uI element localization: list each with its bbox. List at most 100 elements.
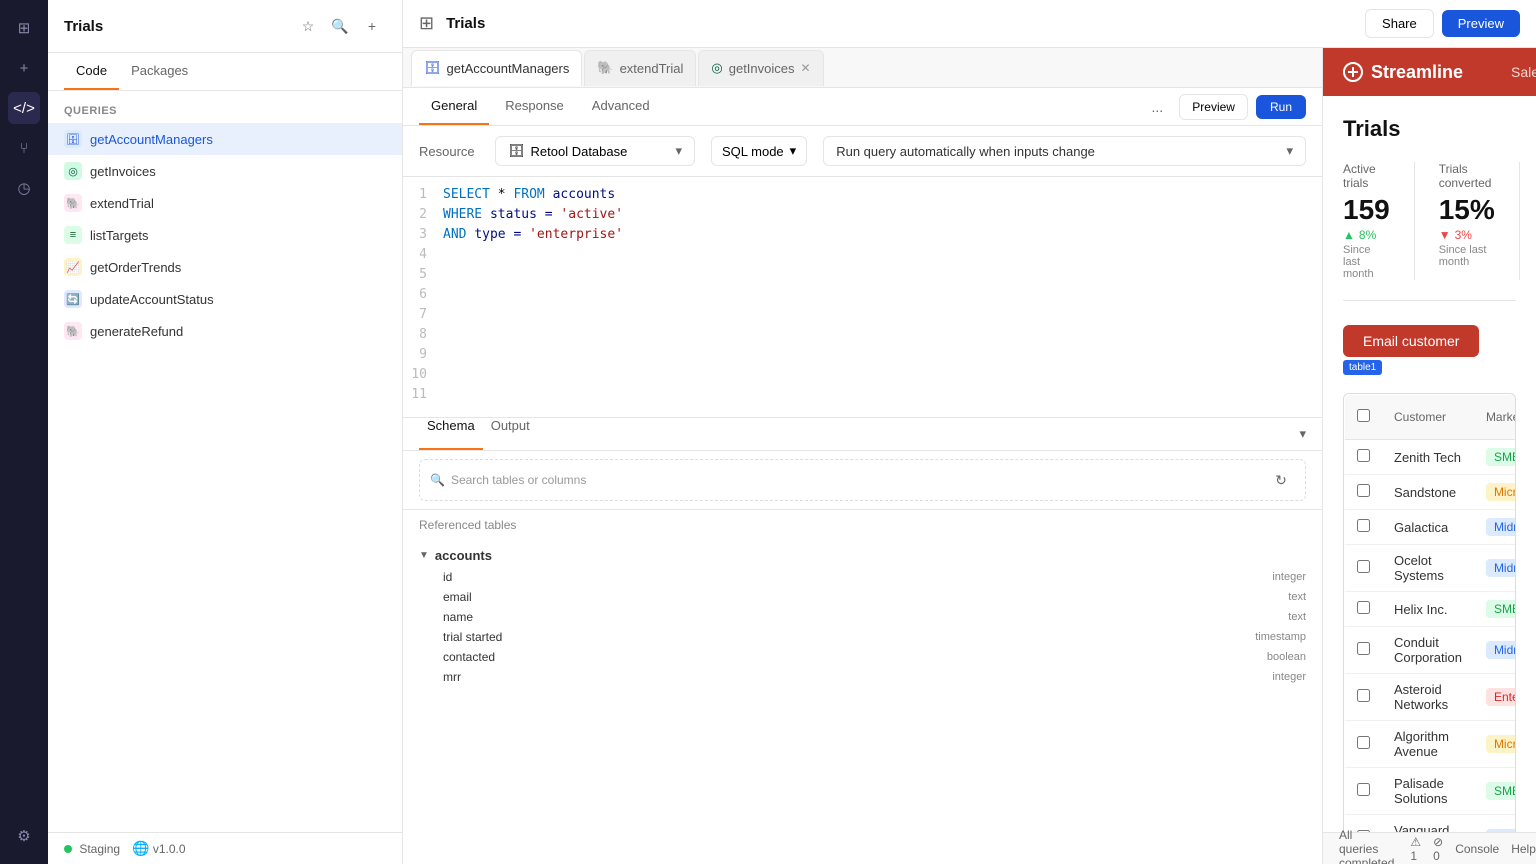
run-button[interactable]: Run xyxy=(1256,95,1306,119)
row-tier: Enterprise xyxy=(1474,674,1516,721)
row-select-checkbox[interactable] xyxy=(1357,519,1370,532)
row-checkbox xyxy=(1345,721,1383,768)
tab-output[interactable]: Output xyxy=(483,418,538,450)
row-customer: Algorithm Avenue xyxy=(1382,721,1474,768)
row-checkbox xyxy=(1345,510,1383,545)
query-item-getinvoices[interactable]: ◎ getInvoices xyxy=(48,155,402,187)
row-select-checkbox[interactable] xyxy=(1357,560,1370,573)
auto-run-toggle[interactable]: Run query automatically when inputs chan… xyxy=(823,136,1306,166)
table-row: Helix Inc. SMB $1,300 71 xyxy=(1345,592,1517,627)
code-line-4: 4 xyxy=(403,245,1322,265)
code-line-10: 10 xyxy=(403,365,1322,385)
query-tab-getinvoices[interactable]: ◎ getInvoices ✕ xyxy=(698,50,823,86)
schema-collapse-icon[interactable]: ▾ xyxy=(1299,418,1306,450)
row-select-checkbox[interactable] xyxy=(1357,783,1370,796)
col-market-tier: Market tier xyxy=(1474,395,1516,440)
query-item-generaterefund[interactable]: 🐘 generateRefund xyxy=(48,315,402,347)
tab-advanced[interactable]: Advanced xyxy=(580,88,662,125)
trials-page-title: Trials xyxy=(1343,116,1516,142)
stat-active-trials: Active trials 159 ▲ 8% Since last month xyxy=(1343,162,1415,280)
query-item-getordertrends[interactable]: 📈 getOrderTrends xyxy=(48,251,402,283)
field-trial-started: trial started timestamp xyxy=(403,627,1322,647)
stat-change-pct: 8% xyxy=(1359,228,1376,242)
row-select-checkbox[interactable] xyxy=(1357,449,1370,462)
query-editor: 🗄 getAccountManagers 🐘 extendTrial ◎ get… xyxy=(403,48,1323,864)
split-view: 🗄 getAccountManagers 🐘 extendTrial ◎ get… xyxy=(403,48,1536,864)
resource-select[interactable]: 🗄 Retool Database ▾ xyxy=(495,136,695,166)
tab-packages[interactable]: Packages xyxy=(119,53,200,90)
mode-chevron-icon: ▾ xyxy=(790,143,797,159)
query-item-listtargets[interactable]: ≡ listTargets xyxy=(48,219,402,251)
row-tier: Micro xyxy=(1474,475,1516,510)
row-select-checkbox[interactable] xyxy=(1357,736,1370,749)
share-button[interactable]: Share xyxy=(1365,9,1434,38)
resource-bar: Resource 🗄 Retool Database ▾ SQL mode ▾ … xyxy=(403,126,1322,177)
row-customer: Asteroid Networks xyxy=(1382,674,1474,721)
chevron-down-icon: ▾ xyxy=(675,143,682,159)
tab-code[interactable]: Code xyxy=(64,53,119,90)
resource-value: Retool Database xyxy=(531,144,628,159)
console-button[interactable]: Console xyxy=(1455,842,1499,856)
query-tab-getaccountmanagers[interactable]: 🗄 getAccountManagers xyxy=(411,50,582,86)
tab-close-icon[interactable]: ✕ xyxy=(801,61,811,75)
table-row: Palisade Solutions SMB $1,900 76 xyxy=(1345,768,1517,815)
row-checkbox xyxy=(1345,440,1383,475)
code-line-2: 2 WHERE status = 'active' xyxy=(403,205,1322,225)
table-name: accounts xyxy=(435,548,492,563)
search-button[interactable]: 🔍 xyxy=(326,12,354,40)
table-row: Asteroid Networks Enterprise $45,000 49 xyxy=(1345,674,1517,721)
sql-mode-select[interactable]: SQL mode ▾ xyxy=(711,136,807,166)
preview-sm-button[interactable]: Preview xyxy=(1179,94,1248,120)
select-all-checkbox[interactable] xyxy=(1357,409,1370,422)
env-label: Staging xyxy=(79,842,120,856)
table-accounts[interactable]: ▼ accounts xyxy=(403,544,1322,567)
query-item-updateaccountstatus[interactable]: 🔄 updateAccountStatus xyxy=(48,283,402,315)
tab-response[interactable]: Response xyxy=(493,88,576,125)
row-tier: Midmarket xyxy=(1474,627,1516,674)
row-select-checkbox[interactable] xyxy=(1357,689,1370,702)
row-tier: Midmarket xyxy=(1474,510,1516,545)
email-customer-button[interactable]: Email customer xyxy=(1343,325,1479,357)
queries-section: Queries 🗄 getAccountManagers ◎ getInvoic… xyxy=(48,91,402,832)
schema-search-box[interactable]: 🔍 Search tables or columns ↻ xyxy=(419,459,1306,501)
main-content: ⊞ Trials Share Preview 🗄 getAccountManag… xyxy=(403,0,1536,864)
sidebar-icon-branch[interactable]: ⑂ xyxy=(8,132,40,164)
bookmark-button[interactable]: ☆ xyxy=(294,12,322,40)
code-line-7: 7 xyxy=(403,305,1322,325)
row-customer: Galactica xyxy=(1382,510,1474,545)
row-select-checkbox[interactable] xyxy=(1357,642,1370,655)
field-contacted: contacted boolean xyxy=(403,647,1322,667)
preview-button[interactable]: Preview xyxy=(1442,10,1520,37)
row-select-checkbox[interactable] xyxy=(1357,601,1370,614)
sql-mode-label: SQL mode xyxy=(722,144,784,159)
refresh-schema-button[interactable]: ↻ xyxy=(1267,466,1295,494)
sidebar-icon-code[interactable]: </> xyxy=(8,92,40,124)
sidebar-icon-grid[interactable]: ⊞ xyxy=(8,12,40,44)
database-icon: 🗄 xyxy=(508,143,525,159)
auto-run-chevron-icon: ▾ xyxy=(1286,143,1293,159)
tab-icon-pg: 🐘 xyxy=(597,60,613,76)
code-editor[interactable]: 1 SELECT * FROM accounts 2 WHERE status … xyxy=(403,177,1322,417)
table1-badge: table1 xyxy=(1343,360,1382,375)
data-table-wrapper: Customer Market tier Potential MRR Trial… xyxy=(1343,393,1516,832)
stats-row: Active trials 159 ▲ 8% Since last month … xyxy=(1343,162,1516,301)
more-options-button[interactable]: ... xyxy=(1143,93,1171,121)
query-item-getaccountmanagers[interactable]: 🗄 getAccountManagers xyxy=(48,123,402,155)
sidebar-icon-clock[interactable]: ◷ xyxy=(8,172,40,204)
query-name: generateRefund xyxy=(90,324,183,339)
left-panel-header: Trials ☆ 🔍 + xyxy=(48,0,402,53)
nav-sales[interactable]: Sales xyxy=(1503,60,1536,84)
sidebar-icon-add[interactable]: + xyxy=(8,52,40,84)
help-button[interactable]: Help xyxy=(1511,842,1536,856)
tab-general[interactable]: General xyxy=(419,88,489,125)
add-query-button[interactable]: + xyxy=(358,12,386,40)
table-header-row: Customer Market tier Potential MRR Trial… xyxy=(1345,395,1517,440)
row-tier: SMB xyxy=(1474,440,1516,475)
query-tab-extendtrial[interactable]: 🐘 extendTrial xyxy=(584,50,696,86)
sidebar-icon-settings[interactable]: ⚙ xyxy=(8,820,40,852)
query-item-extendtrial[interactable]: 🐘 extendTrial xyxy=(48,187,402,219)
tab-schema[interactable]: Schema xyxy=(419,418,483,450)
col-customer: Customer xyxy=(1382,395,1474,440)
query-name: getInvoices xyxy=(90,164,156,179)
row-select-checkbox[interactable] xyxy=(1357,484,1370,497)
